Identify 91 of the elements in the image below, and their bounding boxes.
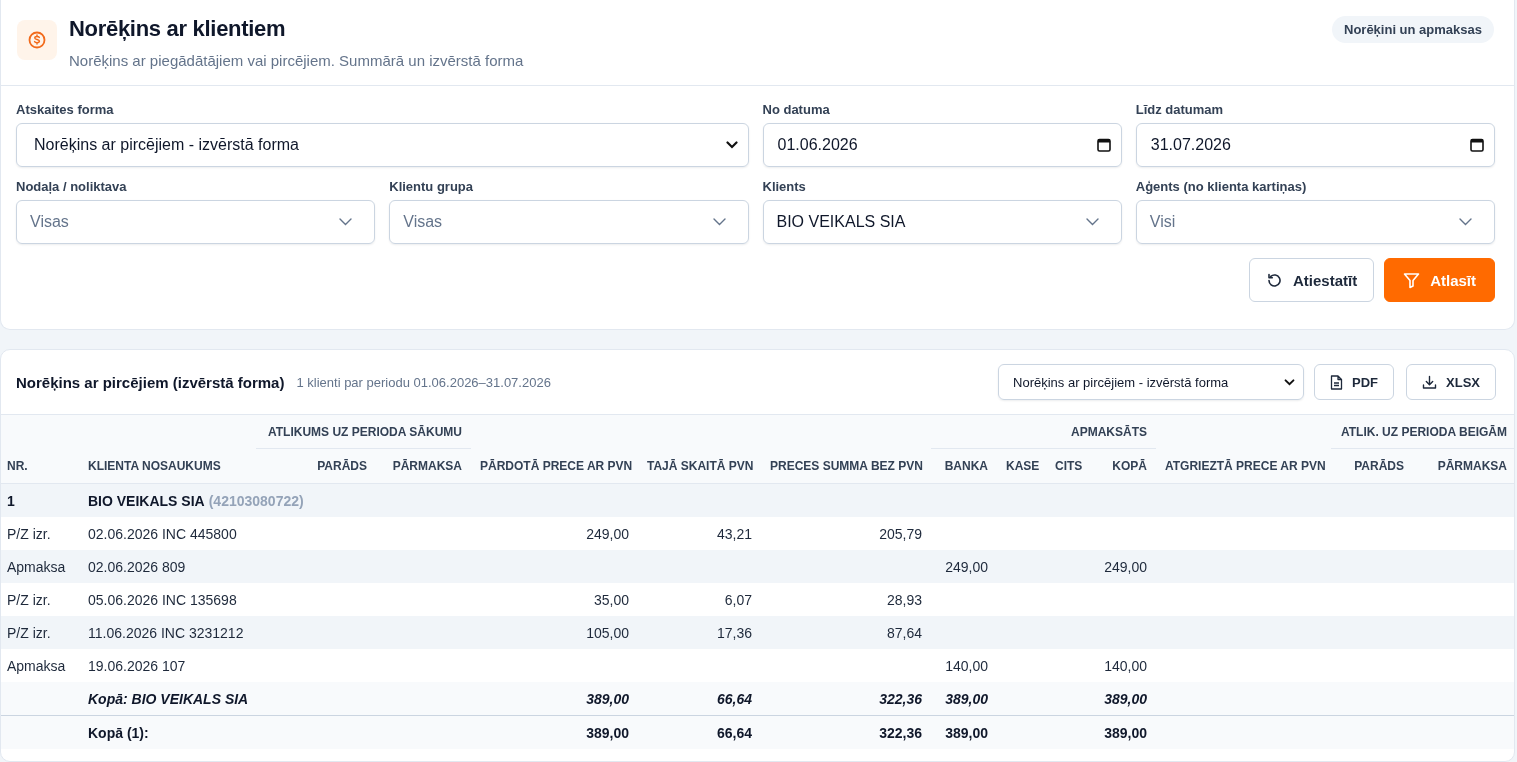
report-form-select[interactable]: Norēķins ar pircējiem - izvērstā forma: [16, 123, 749, 167]
table-cell: 389,00: [586, 724, 629, 741]
table-cell: 249,00: [586, 525, 629, 542]
chevron-down-icon: [1459, 218, 1472, 226]
table-cell: 205,79: [879, 525, 922, 542]
dropdown-field[interactable]: Visas: [389, 200, 749, 244]
column-header: TAJĀ SKAITĀ PVN: [647, 458, 754, 473]
chevron-down-icon: [1284, 378, 1296, 386]
dropdown-field[interactable]: BIO VEIKALS SIA: [762, 200, 1122, 244]
table-cell: 389,00: [1104, 724, 1147, 741]
field-label: Līdz datumam: [1135, 102, 1225, 117]
field-label: Nodaļa / noliktava: [16, 179, 128, 194]
table-cell: 02.06.2026 INC 445800: [88, 525, 237, 542]
date-field[interactable]: 01.06.2026: [762, 123, 1122, 167]
table-cell: 105,00: [586, 624, 629, 641]
chevron-down-icon: [725, 141, 738, 149]
table-cell: 05.06.2026 INC 135698: [88, 591, 237, 608]
field-label: Aģents (no klienta kartiņas): [1135, 179, 1308, 194]
filter-icon: [1403, 271, 1421, 289]
table-cell: Apmaksa: [7, 558, 66, 575]
table-cell: 249,00: [945, 558, 988, 575]
report-title: Norēķins ar pircējiem (izvērstā forma): [16, 373, 285, 391]
table-cell: 43,21: [716, 525, 752, 542]
export-button[interactable]: XLSX: [1406, 364, 1496, 400]
table-cell: 17,36: [716, 624, 752, 641]
table-cell: Apmaksa: [7, 657, 66, 674]
table-cell: Kopā: BIO VEIKALS SIA: [88, 690, 249, 707]
column-header: PĀRMAKSA: [392, 459, 462, 473]
page-subtitle: Norēķins ar piegādātājiem vai pircējiem. Summārā un izvērstā forma: [69, 52, 525, 69]
chevron-down-icon: [339, 218, 353, 226]
column-header: BANKA: [944, 459, 988, 473]
field-label: Klients: [762, 179, 807, 194]
column-header: NR.: [7, 458, 28, 473]
table-cell: 66,64: [716, 690, 752, 707]
column-header: CITS: [1055, 459, 1083, 473]
field-label: No datuma: [762, 102, 831, 117]
table-cell: 66,64: [716, 724, 752, 741]
date-field[interactable]: 31.07.2026: [1135, 123, 1495, 167]
table-cell: P/Z izr.: [7, 525, 51, 542]
table-cell: 140,00: [945, 657, 988, 674]
column-header: PRECES SUMMA BEZ PVN: [770, 458, 923, 473]
table-cell: 389,00: [1104, 690, 1147, 707]
table-cell: 140,00: [1104, 657, 1147, 674]
table-cell: 11.06.2026 INC 3231212: [88, 624, 244, 641]
calendar-icon: [1470, 138, 1484, 152]
table-cell: 02.06.2026 809: [88, 558, 186, 575]
category-badge: Norēķini un apmaksas: [1332, 16, 1494, 43]
table-cell: 28,93: [886, 591, 922, 608]
table-cell: 389,00: [945, 690, 988, 707]
download-icon: [1422, 374, 1438, 390]
reset-button[interactable]: Atiestatīt: [1248, 258, 1375, 302]
dropdown-field[interactable]: Visi: [1135, 200, 1495, 244]
field-label: Klientu grupa: [389, 179, 475, 194]
table-cell: BIO VEIKALS SIA: [88, 492, 205, 509]
column-header: KLIENTA NOSAUKUMS: [88, 458, 221, 473]
chevron-down-icon: [712, 218, 726, 226]
report-summary: 1 klienti par periodu 01.06.2026–31.07.2026: [296, 374, 551, 390]
page-title: Norēķins ar klientiem: [69, 16, 287, 42]
table-cell: 35,00: [593, 591, 629, 608]
table-cell: P/Z izr.: [7, 591, 51, 608]
export-button[interactable]: PDF: [1314, 364, 1395, 400]
table-cell: 87,64: [886, 624, 922, 641]
table-cell: 249,00: [1104, 558, 1147, 575]
table-cell: Kopā (1):: [88, 724, 149, 741]
table-cell: 322,36: [879, 724, 922, 741]
table-cell: 389,00: [586, 690, 629, 707]
document-icon: [1330, 374, 1344, 390]
column-group-header: ATLIKUMS UZ PERIODA SĀKUMU: [268, 424, 462, 439]
chevron-down-icon: [1085, 218, 1099, 226]
table-cell: 322,36: [879, 690, 922, 707]
column-header: PARĀDS: [317, 459, 367, 473]
column-header: PARĀDS: [1354, 459, 1404, 473]
reset-icon: [1265, 271, 1283, 289]
column-header: PĀRDOTĀ PRECE AR PVN: [480, 458, 633, 473]
table-cell: 19.06.2026 107: [88, 657, 186, 674]
column-group-header: APMAKSĀTS: [1071, 424, 1147, 439]
column-header: KOPĀ: [1112, 459, 1147, 473]
table-cell: 6,07: [724, 591, 752, 608]
table-cell: P/Z izr.: [7, 624, 51, 641]
client-code: (42103080722): [208, 492, 304, 509]
dollar-coin-icon: [17, 20, 57, 60]
report-form-select[interactable]: Norēķins ar pircējiem - izvērstā forma: [998, 364, 1305, 400]
column-header: PĀRMAKSA: [1437, 459, 1507, 473]
calendar-icon: [1096, 138, 1111, 152]
dropdown-field[interactable]: Visas: [16, 200, 376, 244]
table-cell: 1: [7, 492, 15, 509]
field-label: Atskaites forma: [16, 102, 115, 117]
column-group-header: ATLIK. UZ PERIODA BEIGĀM: [1341, 424, 1507, 439]
column-header: KASE: [1006, 459, 1040, 473]
table-cell: 389,00: [945, 724, 988, 741]
column-header: ATGRIEZTĀ PRECE AR PVN: [1165, 458, 1326, 473]
